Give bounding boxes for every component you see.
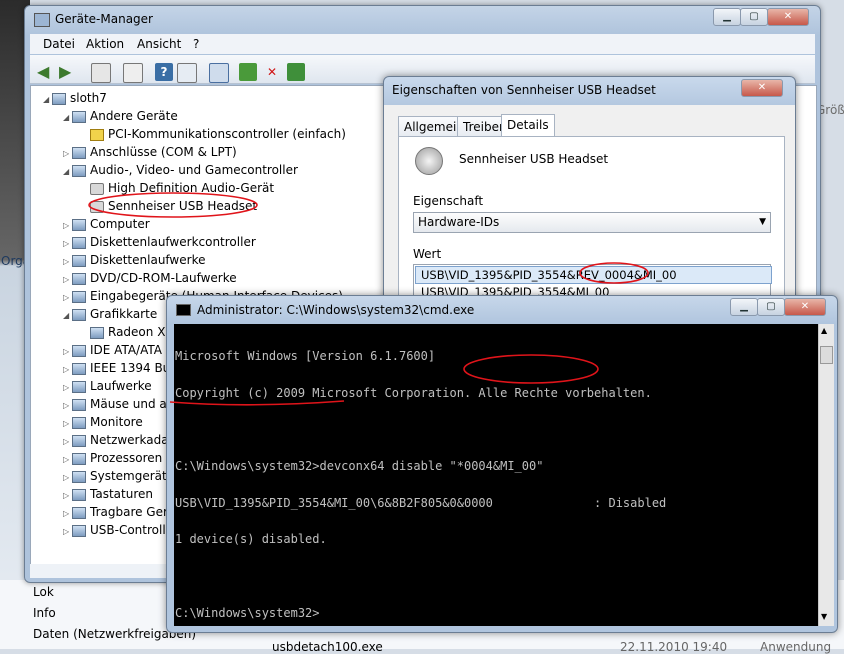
annotation-circle-command — [463, 354, 599, 384]
annotation-circle-headset — [88, 192, 258, 218]
annotation-circle-id-suffix — [579, 262, 649, 284]
annotation-underline — [169, 400, 345, 406]
annotation-layer — [88, 192, 649, 406]
